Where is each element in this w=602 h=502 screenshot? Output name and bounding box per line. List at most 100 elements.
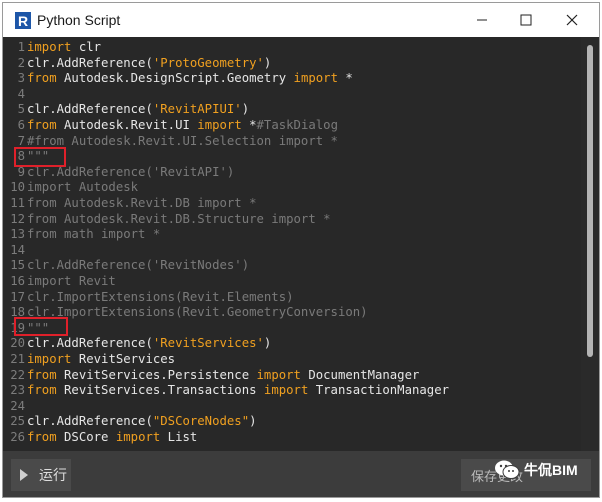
minimize-icon — [477, 19, 487, 21]
line-number: 23 — [10, 383, 25, 398]
code-line[interactable]: 7 #from Autodesk.Revit.UI.Selection impor… — [3, 133, 581, 149]
line-number: 12 — [10, 211, 25, 226]
keyword-token: from — [27, 367, 57, 382]
line-number: 17 — [10, 289, 25, 304]
code-token: ) — [249, 414, 257, 429]
close-icon — [566, 14, 578, 26]
code-line[interactable]: 17 clr.ImportExtensions(Revit.Elements) — [3, 289, 581, 305]
keyword-token: import — [115, 430, 161, 444]
code-line[interactable]: 20 clr.AddReference('RevitServices') — [3, 335, 581, 351]
keyword-token: from — [27, 118, 57, 132]
code-token: RevitServices.Transactions — [56, 383, 264, 398]
line-number: 20 — [10, 336, 25, 351]
python-script-window: R Python Script 26 from DSCore import Lis… — [2, 2, 600, 498]
string-token: 'RevitServices' — [152, 336, 264, 351]
title-bar[interactable]: R Python Script — [3, 3, 599, 37]
code-line[interactable]: 2 clr.AddReference('ProtoGeometry') — [3, 55, 581, 71]
code-token: RevitServices — [71, 352, 176, 366]
line-number: 3 — [17, 71, 25, 86]
code-token: * — [337, 71, 353, 86]
wechat-logo-icon — [495, 460, 520, 479]
code-line[interactable]: 18 clr.ImportExtensions(Revit.GeometryCon… — [3, 304, 581, 320]
line-number: 11 — [10, 196, 25, 210]
code-token: clr.AddReference( — [27, 336, 153, 351]
code-token: Autodesk.Revit.UI — [56, 118, 198, 132]
code-line[interactable]: 24 — [3, 398, 581, 414]
line-number: 26 — [10, 430, 25, 444]
comment-token: #from Autodesk.Revit.UI.Selection import… — [27, 133, 338, 148]
code-line[interactable]: 15 clr.AddReference('RevitNodes') — [3, 257, 581, 273]
code-token: List — [160, 430, 198, 444]
code-line[interactable]: 8 """ — [3, 148, 581, 164]
code-line[interactable]: 4 — [3, 86, 581, 102]
comment-token: from Autodesk.Revit.DB import * — [27, 196, 257, 210]
string-token: 'ProtoGeometry' — [152, 55, 264, 70]
code-line[interactable]: 10 import Autodesk — [3, 179, 581, 195]
line-number: 5 — [17, 102, 25, 117]
code-line[interactable]: 22 from RevitServices.Persistence import … — [3, 367, 581, 383]
code-line[interactable]: 16 import Revit — [3, 273, 581, 289]
code-token: * — [241, 118, 257, 132]
svg-text:R: R — [18, 13, 28, 29]
line-number: 6 — [17, 118, 25, 132]
code-line[interactable]: 13 from math import * — [3, 226, 581, 242]
code-editor[interactable]: 26 from DSCore import List 25 clr.AddRefere… — [3, 37, 599, 451]
keyword-token: import — [27, 40, 72, 54]
keyword-token: import — [197, 118, 242, 132]
string-token: "DSCoreNodes" — [152, 414, 250, 429]
minimize-button[interactable] — [459, 3, 505, 37]
code-line[interactable]: 9 clr.AddReference('RevitAPI') — [3, 164, 581, 180]
comment-token: clr.AddReference('RevitNodes') — [27, 258, 250, 273]
watermark-text: 牛侃BIM — [524, 462, 578, 478]
code-line[interactable]: 12 from Autodesk.Revit.DB.Structure impor… — [3, 211, 581, 227]
code-token: ) — [263, 55, 272, 70]
line-number: 24 — [10, 398, 25, 413]
code-line[interactable]: 19 """ — [3, 320, 581, 336]
line-number: 2 — [17, 55, 25, 70]
vertical-scrollbar[interactable] — [581, 37, 599, 451]
code-token: clr.AddReference( — [27, 55, 153, 70]
code-line[interactable]: 11 from Autodesk.Revit.DB import * — [3, 195, 581, 211]
line-number: 25 — [10, 414, 25, 429]
comment-token: import Revit — [27, 274, 116, 288]
comment-token: #TaskDialog — [256, 118, 338, 132]
run-button[interactable]: 运行 — [11, 459, 71, 491]
keyword-token: import — [256, 367, 301, 382]
keyword-token: import — [293, 71, 338, 86]
code-line[interactable]: 5 clr.AddReference('RevitAPIUI') — [3, 101, 581, 117]
code-line[interactable]: 1 import clr — [3, 39, 581, 55]
code-token: ) — [241, 102, 250, 117]
keyword-token: import — [27, 352, 72, 366]
watermark: 牛侃BIM — [494, 459, 578, 481]
keyword-token: from — [27, 430, 57, 444]
line-number: 10 — [10, 180, 25, 195]
code-line[interactable]: 26 from DSCore import List — [3, 429, 581, 445]
code-line[interactable]: 25 clr.AddReference("DSCoreNodes") — [3, 413, 581, 429]
revit-logo-icon: R — [15, 12, 31, 29]
comment-token: clr.ImportExtensions(Revit.Elements) — [27, 289, 294, 304]
code-line[interactable]: 3 from Autodesk.DesignScript.Geometry imp… — [3, 70, 581, 86]
keyword-token: from — [27, 71, 57, 86]
code-token: clr.AddReference( — [27, 102, 153, 117]
code-line[interactable]: 6 from Autodesk.Revit.UI import *#TaskDia… — [3, 117, 581, 133]
code-line[interactable]: 21 import RevitServices — [3, 351, 581, 367]
line-number: 1 — [17, 40, 25, 54]
close-button[interactable] — [549, 3, 595, 37]
scrollbar-thumb[interactable] — [587, 45, 593, 357]
keyword-token: import — [263, 383, 309, 398]
code-token: clr — [71, 40, 102, 54]
play-icon — [20, 469, 28, 481]
code-token: DSCore — [56, 430, 116, 444]
comment-token: from Autodesk.Revit.DB.Structure import … — [27, 211, 331, 226]
run-label: 运行 — [39, 467, 67, 483]
keyword-token: from — [27, 383, 57, 398]
string-token: 'RevitAPIUI' — [152, 102, 242, 117]
window-title: Python Script — [37, 12, 121, 28]
code-line[interactable]: 14 — [3, 242, 581, 258]
maximize-button[interactable] — [503, 3, 549, 37]
code-token: ) — [263, 336, 272, 351]
code-token: RevitServices.Persistence — [56, 367, 257, 382]
code-line[interactable]: 23 from RevitServices.Transactions import… — [3, 382, 581, 398]
line-number: 4 — [17, 86, 25, 101]
code-token: TransactionManager — [308, 383, 450, 398]
